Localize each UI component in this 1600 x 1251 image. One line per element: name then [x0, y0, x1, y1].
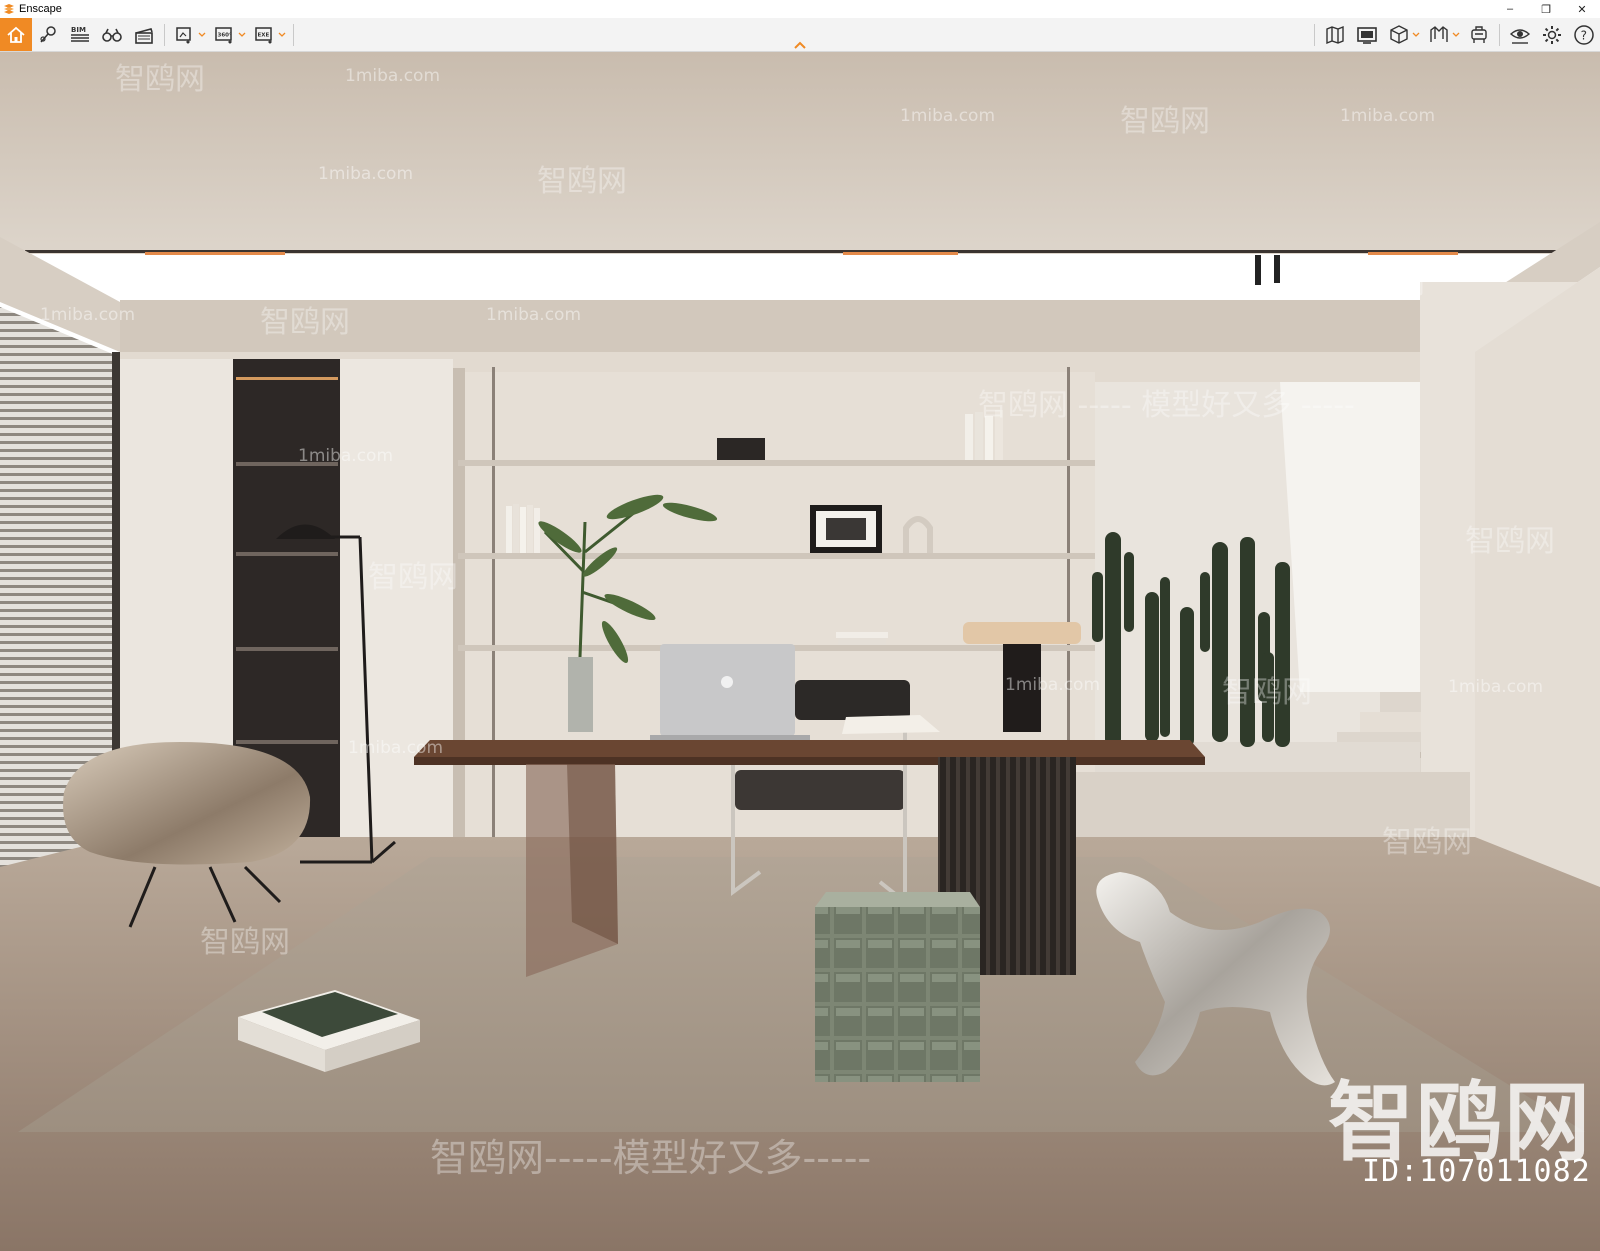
svg-text:BIM: BIM: [71, 26, 86, 34]
assets-icon: [1471, 25, 1487, 43]
chevron-down-icon: [1452, 32, 1460, 37]
window-title: Enscape: [19, 3, 62, 15]
home-icon: [7, 26, 25, 43]
explore-button[interactable]: [96, 18, 128, 51]
toolbar-separator: [293, 23, 294, 46]
screenshot-dropdown[interactable]: [197, 18, 207, 51]
settings-button[interactable]: [1536, 18, 1568, 51]
chevron-down-icon: [198, 32, 206, 37]
enscape-window: Enscape – ❐ ✕ BIM 360° EXE ? 智鸥网 1miba.c…: [0, 0, 1600, 1251]
eye-settings-icon: [1509, 28, 1531, 44]
export-icon: EXE: [255, 26, 272, 44]
map-button[interactable]: [1319, 18, 1351, 51]
enscape-logo-icon: [4, 4, 14, 14]
cube-icon: [1390, 24, 1408, 44]
toolbar-separator: [164, 23, 165, 46]
render-viewport[interactable]: 智鸥网 1miba.com 1miba.com 智鸥网 1miba.com 1m…: [0, 52, 1600, 1251]
screenshot-icon: [176, 26, 191, 44]
toolbar-right: ?: [1310, 18, 1600, 51]
title-bar: Enscape – ❐ ✕: [0, 0, 1600, 18]
clapper-icon: [135, 27, 153, 44]
toolbar-left: BIM 360° EXE: [0, 18, 298, 51]
bim-button[interactable]: BIM: [64, 18, 96, 51]
toolbar-separator: [1499, 23, 1500, 46]
pin-icon: [40, 25, 56, 42]
minimize-button[interactable]: –: [1492, 0, 1528, 18]
export-dropdown[interactable]: [277, 18, 287, 51]
maximize-button[interactable]: ❐: [1528, 0, 1564, 18]
cube-dropdown[interactable]: [1411, 18, 1421, 51]
rendered-interior-scene: [0, 52, 1600, 1251]
display-button[interactable]: [1351, 18, 1383, 51]
collapse-toolbar-icon[interactable]: [792, 40, 808, 50]
book-icon: [1430, 25, 1448, 42]
map-icon: [1326, 25, 1344, 44]
view-management-button[interactable]: [32, 18, 64, 51]
close-button[interactable]: ✕: [1564, 0, 1600, 18]
book-dropdown[interactable]: [1451, 18, 1461, 51]
binoculars-icon: [102, 28, 122, 42]
panorama-icon: 360°: [215, 26, 232, 44]
window-controls: – ❐ ✕: [1492, 0, 1600, 18]
gear-icon: [1543, 25, 1561, 44]
asset-library-button[interactable]: [1463, 18, 1495, 51]
video-editor-button[interactable]: [128, 18, 160, 51]
svg-text:EXE: EXE: [258, 32, 270, 38]
toolbar: BIM 360° EXE ?: [0, 18, 1600, 52]
visual-settings-button[interactable]: [1504, 18, 1536, 51]
toolbar-separator: [1314, 23, 1315, 46]
home-button[interactable]: [0, 18, 32, 51]
svg-text:360°: 360°: [218, 32, 232, 38]
chevron-down-icon: [238, 32, 246, 37]
display-icon: [1357, 26, 1377, 44]
chevron-down-icon: [278, 32, 286, 37]
help-icon: ?: [1574, 24, 1594, 45]
help-button[interactable]: ?: [1568, 18, 1600, 51]
svg-text:?: ?: [1581, 28, 1587, 42]
chevron-down-icon: [1412, 32, 1420, 37]
panorama-dropdown[interactable]: [237, 18, 247, 51]
bim-icon: BIM: [71, 26, 89, 42]
